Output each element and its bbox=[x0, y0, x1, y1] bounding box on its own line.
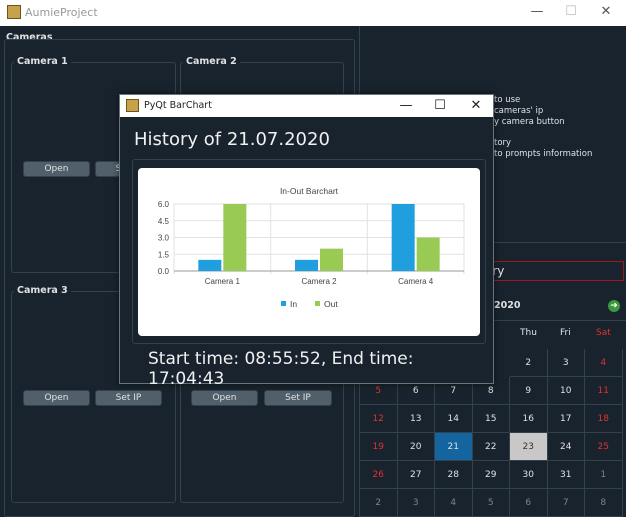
calendar-day[interactable]: 9 bbox=[510, 377, 548, 405]
chart-title: In-Out Barchart bbox=[280, 186, 339, 196]
calendar-day[interactable]: 4 bbox=[435, 489, 473, 517]
dialog-title-bar: PyQt BarChart — ☐ ✕ bbox=[120, 95, 493, 117]
legend-label: Out bbox=[324, 299, 338, 309]
y-tick-label: 3.0 bbox=[158, 234, 170, 243]
calendar-day[interactable]: 2 bbox=[360, 489, 398, 517]
bar-out bbox=[320, 248, 343, 271]
calendar-day[interactable]: 16 bbox=[510, 405, 548, 433]
calendar-day[interactable]: 3 bbox=[547, 349, 585, 377]
calendar-day[interactable]: 17 bbox=[547, 405, 585, 433]
calendar-day[interactable]: 19 bbox=[360, 433, 398, 461]
bar-out bbox=[223, 204, 247, 271]
calendar-day[interactable]: 29 bbox=[472, 461, 510, 489]
camera-1-open-button[interactable]: Open bbox=[23, 161, 90, 177]
calendar-day[interactable]: 31 bbox=[547, 461, 585, 489]
main-title-bar: AumieProject — ☐ ✕ bbox=[0, 0, 626, 26]
calendar-day[interactable]: 14 bbox=[435, 405, 473, 433]
calendar-day[interactable]: 6 bbox=[510, 489, 548, 517]
calendar-day[interactable]: 28 bbox=[435, 461, 473, 489]
bar-in bbox=[391, 204, 415, 271]
bar-out bbox=[416, 237, 440, 271]
calendar-day[interactable]: 18 bbox=[585, 405, 623, 433]
dialog-title: PyQt BarChart bbox=[144, 100, 212, 111]
calendar-day[interactable]: 15 bbox=[472, 405, 510, 433]
bar-in bbox=[295, 259, 318, 271]
bar-in bbox=[198, 259, 222, 271]
y-tick-label: 6.0 bbox=[158, 200, 170, 209]
y-tick-label: 0.0 bbox=[158, 267, 170, 276]
minimize-icon[interactable]: — bbox=[527, 3, 547, 21]
chart-card: In-Out Barchart 0.0 1.5 3.0 4.5 6.0 Camera 1 Ca… bbox=[138, 168, 480, 336]
barchart-dialog: PyQt BarChart — ☐ ✕ History of 21.07.202… bbox=[119, 94, 494, 389]
calendar-day[interactable]: 22 bbox=[472, 433, 510, 461]
hint-line-1: to use bbox=[494, 95, 521, 105]
next-month-icon[interactable]: ➜ bbox=[608, 300, 620, 312]
weekday-fri: Fri bbox=[560, 328, 571, 338]
calendar-day[interactable]: 25 bbox=[585, 433, 623, 461]
calendar-day[interactable]: 2 bbox=[510, 349, 548, 377]
calendar-day[interactable]: 27 bbox=[397, 461, 435, 489]
camera-3-open-button[interactable]: Open bbox=[23, 390, 90, 406]
calendar-day[interactable]: 5 bbox=[472, 489, 510, 517]
calendar-day[interactable]: 1 bbox=[585, 461, 623, 489]
camera-1-title: Camera 1 bbox=[14, 56, 71, 67]
calendar-day[interactable]: 10 bbox=[547, 377, 585, 405]
legend-label: In bbox=[290, 299, 297, 309]
calendar-day[interactable]: 8 bbox=[585, 489, 623, 517]
calendar-day[interactable]: 11 bbox=[585, 377, 623, 405]
calendar-day[interactable]: 3 bbox=[397, 489, 435, 517]
dialog-close-icon[interactable]: ✕ bbox=[466, 97, 486, 115]
window-title: AumieProject bbox=[25, 6, 98, 19]
hint-line-5: to prompts information bbox=[494, 149, 593, 159]
y-tick-label: 1.5 bbox=[158, 250, 170, 259]
barchart-svg: In-Out Barchart 0.0 1.5 3.0 4.5 6.0 Camera 1 Ca… bbox=[158, 186, 465, 309]
camera-4-set-ip-button[interactable]: Set IP bbox=[264, 390, 332, 406]
calendar-day[interactable]: 12 bbox=[360, 405, 398, 433]
dialog-footer: Start time: 08:55:52, End time: 17:04:43 bbox=[148, 349, 414, 389]
app-icon bbox=[7, 5, 21, 19]
camera-4-open-button[interactable]: Open bbox=[191, 390, 258, 406]
camera-3-title: Camera 3 bbox=[14, 285, 71, 296]
calendar-day[interactable]: 20 bbox=[397, 433, 435, 461]
calendar-day[interactable]: 4 bbox=[585, 349, 623, 377]
calendar-day[interactable]: 21 bbox=[435, 433, 473, 461]
x-tick-label: Camera 4 bbox=[398, 277, 434, 286]
x-tick-label: Camera 1 bbox=[205, 277, 241, 286]
calendar-day[interactable]: 7 bbox=[547, 489, 585, 517]
history-input[interactable]: ory bbox=[480, 261, 624, 281]
hint-line-2: cameras' ip bbox=[494, 106, 544, 116]
calendar-day[interactable]: 13 bbox=[397, 405, 435, 433]
weekday-thu: Thu bbox=[520, 328, 537, 338]
dialog-maximize-icon[interactable]: ☐ bbox=[430, 97, 450, 115]
camera-3-set-ip-button[interactable]: Set IP bbox=[95, 390, 162, 406]
calendar-day[interactable]: 30 bbox=[510, 461, 548, 489]
x-tick-label: Camera 2 bbox=[301, 277, 337, 286]
maximize-icon[interactable]: ☐ bbox=[561, 3, 581, 21]
calendar-day[interactable]: 26 bbox=[360, 461, 398, 489]
calendar-day[interactable]: 24 bbox=[547, 433, 585, 461]
camera-2-title: Camera 2 bbox=[183, 56, 240, 67]
calendar-year[interactable]: 2020 bbox=[494, 300, 520, 311]
legend-swatch bbox=[315, 301, 320, 306]
hint-line-4: tory bbox=[494, 138, 512, 148]
hint-line-3: y camera button bbox=[494, 117, 565, 127]
dialog-heading: History of 21.07.2020 bbox=[134, 129, 330, 150]
y-tick-label: 4.5 bbox=[158, 217, 170, 226]
dialog-app-icon bbox=[126, 99, 139, 112]
calendar-day[interactable]: 23 bbox=[510, 433, 548, 461]
legend-swatch bbox=[281, 301, 286, 306]
weekday-sat: Sat bbox=[596, 328, 611, 338]
dialog-minimize-icon[interactable]: — bbox=[396, 97, 416, 115]
close-icon[interactable]: ✕ bbox=[596, 3, 616, 21]
